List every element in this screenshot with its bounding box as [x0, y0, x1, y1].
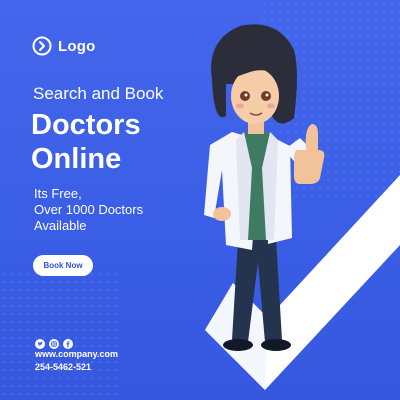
headline-title-line2: Online [31, 143, 122, 175]
description-line2: Over 1000 Doctors [34, 202, 144, 217]
phone-number: 254-5462-521 [35, 362, 92, 372]
headline-title: Doctors Online [31, 108, 141, 176]
headline-title-line1: Doctors [31, 109, 141, 141]
brand-logo[interactable]: Logo [32, 36, 95, 56]
website-link[interactable]: www.company.com [35, 349, 118, 359]
description-line1: Its Free, [34, 186, 82, 201]
twitter-icon[interactable] [35, 336, 45, 349]
facebook-icon[interactable] [63, 336, 73, 349]
description-line3: Available [34, 218, 87, 233]
promo-banner: Logo Search and Book Doctors Online Its … [0, 0, 400, 400]
headline-subtitle: Search and Book [33, 84, 164, 103]
arrow-circle-icon [32, 36, 52, 56]
book-now-button[interactable]: Book Now [33, 255, 93, 276]
description: Its Free, Over 1000 Doctors Available [34, 186, 184, 234]
instagram-icon[interactable] [49, 336, 59, 349]
social-links [35, 336, 73, 349]
thumbs-up-hand [294, 150, 325, 184]
logo-label: Logo [58, 37, 96, 55]
